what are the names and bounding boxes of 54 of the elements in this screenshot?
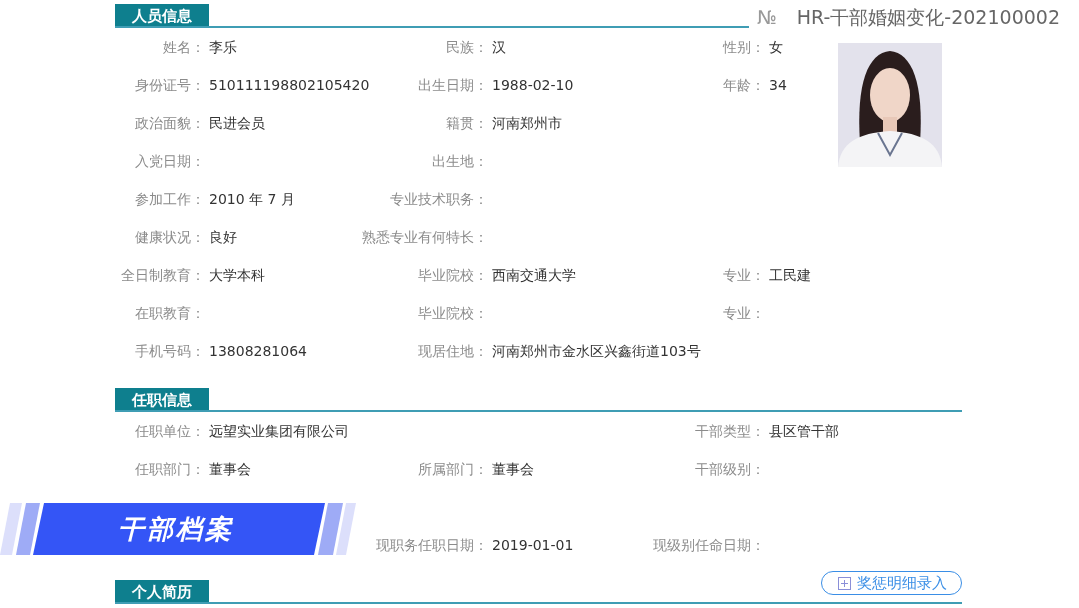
field-label: 入党日期： — [135, 151, 205, 171]
plus-square-icon — [838, 576, 851, 590]
field-value: 1988-02-10 — [491, 75, 574, 95]
field-label: 毕业院校： — [418, 303, 488, 323]
field-label: 任职单位： — [135, 421, 205, 441]
field-value: 河南郑州市金水区兴鑫街道103号 — [491, 341, 701, 361]
field-label: 姓名： — [163, 37, 205, 57]
field-value: 西南交通大学 — [491, 265, 576, 285]
field-label: 健康状况： — [135, 227, 205, 247]
field-value: 汉 — [491, 37, 506, 57]
field-label: 毕业院校： — [418, 265, 488, 285]
field-label: 全日制教育： — [121, 265, 205, 285]
field-value: 34 — [768, 75, 787, 95]
field-value: 2010 年 7 月 — [208, 189, 295, 209]
document-number: HR-干部婚姻变化-202100002 — [796, 4, 1060, 30]
field-label: 所属部门： — [418, 459, 488, 479]
number-sign: № — [757, 4, 777, 30]
field-value: 民进会员 — [208, 113, 265, 133]
field-label: 在职教育： — [135, 303, 205, 323]
field-label: 专业： — [723, 265, 765, 285]
field-label: 民族： — [446, 37, 488, 57]
field-label: 手机号码： — [135, 341, 205, 361]
field-label: 干部级别： — [695, 459, 765, 479]
field-value: 李乐 — [208, 37, 237, 57]
field-label: 任职部门： — [135, 459, 205, 479]
field-label: 政治面貌： — [135, 113, 205, 133]
field-label: 专业： — [723, 303, 765, 323]
field-value: 510111198802105420 — [208, 75, 370, 95]
field-label: 籍贯： — [446, 113, 488, 133]
field-value: 良好 — [208, 227, 237, 247]
field-label: 现居住地： — [418, 341, 488, 361]
field-value: 女 — [768, 37, 783, 57]
field-label: 现级别任命日期： — [653, 535, 765, 555]
field-label: 干部类型： — [695, 421, 765, 441]
field-label: 熟悉专业有何特长： — [362, 227, 488, 247]
field-value: 董事会 — [208, 459, 251, 479]
field-value: 县区管干部 — [768, 421, 839, 441]
field-label: 出生日期： — [418, 75, 488, 95]
field-value: 大学本科 — [208, 265, 265, 285]
field-label: 专业技术职务： — [390, 189, 488, 209]
field-value: 董事会 — [491, 459, 534, 479]
field-value: 远望实业集团有限公司 — [208, 421, 349, 441]
add-button[interactable]: 奖惩明细录入 — [821, 571, 962, 595]
field-label: 参加工作： — [135, 189, 205, 209]
field-value: 2019-01-01 — [491, 535, 574, 555]
field-value: 工民建 — [768, 265, 811, 285]
field-label: 年龄： — [723, 75, 765, 95]
field-label: 现职务任职日期： — [376, 535, 488, 555]
field-value: 13808281064 — [208, 341, 307, 361]
banner-title: 干部档案 — [118, 513, 234, 546]
field-value: 河南郑州市 — [491, 113, 562, 133]
field-label: 身份证号： — [135, 75, 205, 95]
field-label: 性别： — [723, 37, 765, 57]
field-label: 出生地： — [432, 151, 488, 171]
